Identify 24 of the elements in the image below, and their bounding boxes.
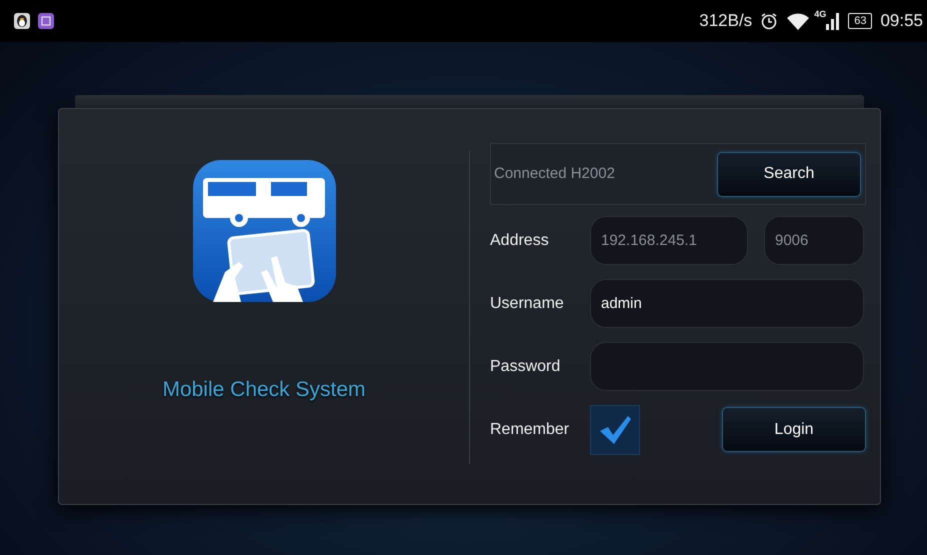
- battery-level: 63: [848, 13, 872, 29]
- field-label: Username: [490, 294, 565, 314]
- username-field[interactable]: admin: [590, 279, 864, 328]
- field-label: Password: [490, 356, 562, 376]
- search-button[interactable]: Search: [717, 152, 861, 196]
- bus-tablet-logo-icon: [192, 160, 336, 302]
- port-field[interactable]: 9006: [764, 216, 864, 265]
- penguin-app-icon: [14, 13, 30, 29]
- network-speed: 312B/s: [699, 10, 752, 32]
- field-label: Remember: [490, 420, 570, 440]
- address-field[interactable]: 192.168.245.1: [590, 216, 748, 265]
- signal-icon: [826, 12, 840, 30]
- network-type: 4G: [814, 8, 826, 21]
- gallery-app-icon: [38, 13, 54, 29]
- app-title: Mobile Check System: [162, 377, 366, 403]
- password-field[interactable]: [590, 342, 864, 391]
- remember-checkbox[interactable]: [590, 404, 640, 454]
- field-label: Address: [490, 230, 550, 250]
- checkmark-icon: [598, 414, 632, 444]
- connection-status: Connected H2002: [494, 164, 615, 184]
- wifi-icon: [786, 12, 810, 30]
- alarm-icon: [760, 12, 778, 30]
- login-button[interactable]: Login: [722, 407, 866, 452]
- clock: 09:55: [880, 10, 923, 32]
